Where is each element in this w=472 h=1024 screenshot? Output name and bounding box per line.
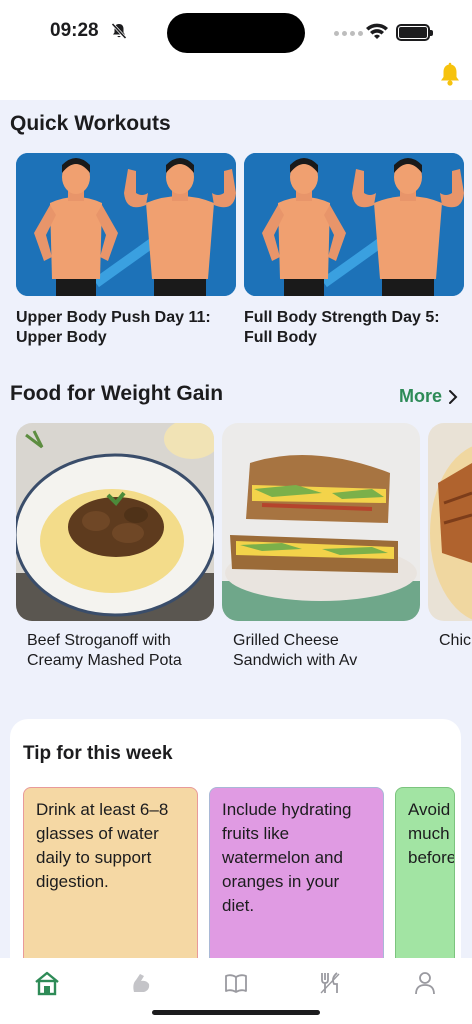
tab-nutrition[interactable] [315,968,345,998]
cellular-signal-icon [334,31,363,36]
workout-title-line: Full Body Strength Day 5: [244,309,440,326]
food-image [16,423,214,621]
chevron-right-icon [449,389,458,404]
workout-title-line: Upper Body Push Day 11: [16,309,211,326]
tab-learn[interactable] [221,968,251,998]
workout-image [16,153,236,296]
utensils-icon [320,972,340,994]
workout-title: Upper Body Push Day 11: Upper Body [16,308,236,348]
home-icon [35,971,59,996]
food-image [428,423,472,621]
profile-icon [415,972,435,995]
workout-card[interactable]: Upper Body Push Day 11: Upper Body [16,153,236,348]
wifi-icon [366,23,388,39]
tip-card[interactable]: Include hydrating fruits like watermelon… [209,787,384,977]
book-icon [225,974,247,993]
more-button[interactable]: More [399,386,458,407]
food-title: Chic [439,631,472,651]
flexed-arm-icon [133,974,150,992]
food-title: Grilled Cheese Sandwich with Av [233,631,409,671]
workout-image [244,153,464,296]
tips-panel: Tip for this week Drink at least 6–8 gla… [10,719,461,979]
food-title-line: Chic [439,632,472,649]
tip-text: Avoid much before [408,800,455,867]
tab-workouts[interactable] [126,968,156,998]
dynamic-island [167,13,305,53]
workout-title-line: Full Body [244,329,317,346]
food-title-line: Creamy Mashed Pota [27,652,182,669]
workout-title-line: Upper Body [16,329,107,346]
notification-bell-icon[interactable] [437,62,463,88]
food-title: Beef Stroganoff with Creamy Mashed Pota [27,631,203,671]
tip-card[interactable]: Avoid much before [395,787,455,977]
food-card[interactable]: Chic [428,423,472,651]
silent-mode-icon [111,22,127,40]
status-bar: 09:28 [0,0,472,62]
more-label: More [399,386,443,406]
food-title-line: Grilled Cheese [233,632,339,649]
tips-title: Tip for this week [23,743,173,764]
food-title-line: Beef Stroganoff with [27,632,171,649]
tip-card[interactable]: Drink at least 6–8 glasses of water dail… [23,787,198,977]
quick-workouts-title: Quick Workouts [10,112,171,135]
food-section-title: Food for Weight Gain [10,382,224,405]
status-time: 09:28 [50,20,99,41]
workout-title: Full Body Strength Day 5: Full Body [244,308,464,348]
tab-home[interactable] [32,968,62,998]
food-card[interactable]: Grilled Cheese Sandwich with Av [222,423,420,671]
tab-profile[interactable] [410,968,440,998]
food-card[interactable]: Beef Stroganoff with Creamy Mashed Pota [16,423,214,671]
food-title-line: Sandwich with Av [233,652,358,669]
workout-card[interactable]: Full Body Strength Day 5: Full Body [244,153,464,348]
home-indicator [152,1010,320,1015]
battery-icon [396,24,433,41]
app-header [0,62,472,100]
food-image [222,423,420,621]
